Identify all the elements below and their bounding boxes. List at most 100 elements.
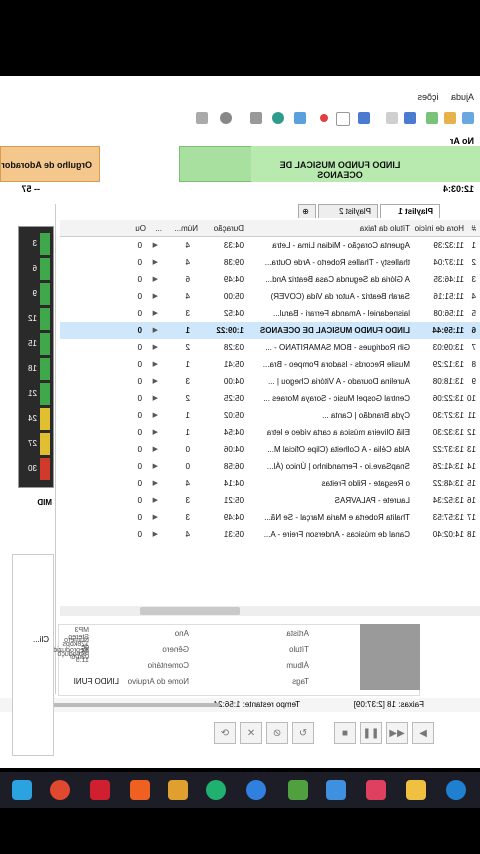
col-title[interactable]: Título da faixa <box>360 224 410 233</box>
row-duration: 05:02 <box>223 411 244 420</box>
col-number[interactable]: # <box>472 224 476 233</box>
folder-icon[interactable] <box>406 780 426 800</box>
album-art <box>360 624 420 690</box>
table-row[interactable]: 10 13:22:06 Central Gospel Music - Soraya … <box>60 390 480 407</box>
row-title: thallesty - Thalles Roberto - Arde Outra… <box>264 258 410 267</box>
rewind-icon[interactable]: ◀◀ <box>386 722 408 744</box>
table-row[interactable]: 8 13:12:29 Musile Records - Isadora Pompeo… <box>60 356 480 373</box>
row-ou: 0 <box>137 241 142 250</box>
table-row[interactable]: 1 11:32:39 Aguenta Coração - Midian Lima -… <box>60 237 480 254</box>
info-genre-label: Gênero <box>162 645 189 654</box>
chrome-2-icon[interactable] <box>246 780 266 800</box>
table-row[interactable]: 5 11:56:08 laisnedaniel - Amanda Ferrari -… <box>60 305 480 322</box>
table-row[interactable]: 3 11:46:35 A Glória da Segunda Casa Beatri… <box>60 271 480 288</box>
row-num: 4 <box>185 292 190 301</box>
tab-playlist-2[interactable]: Playlist 2 <box>318 204 378 218</box>
row-title: Laurete - PALAVRAS <box>334 496 410 505</box>
save-icon[interactable] <box>426 112 438 124</box>
table-row[interactable]: 4 11:51:16 Sarah Beatriz - Autor da Vida (… <box>60 288 480 305</box>
taskbar <box>0 772 480 808</box>
row-duration: 04:06 <box>223 445 244 454</box>
repeat-icon[interactable]: ↻ <box>292 722 314 744</box>
window-icon[interactable] <box>336 112 350 126</box>
row-ou: 0 <box>137 496 142 505</box>
seek-slider[interactable] <box>40 703 220 707</box>
table-row[interactable]: 9 13:18:08 Aurelina Dourado - A Vitória Ch… <box>60 373 480 390</box>
col-num[interactable]: Núm... <box>174 224 198 233</box>
edit-icon[interactable] <box>386 112 398 124</box>
row-number: 12 <box>467 428 476 437</box>
vu-segment <box>40 283 50 305</box>
row-start-time: 11:37:04 <box>433 258 464 267</box>
gear-icon[interactable] <box>220 112 232 124</box>
row-number: 8 <box>471 360 476 369</box>
row-ou: 0 <box>137 292 142 301</box>
disable-icon[interactable]: ⊘ <box>266 722 288 744</box>
table-row[interactable]: 12 13:32:30 Eliã Oliveira música a carta v… <box>60 424 480 441</box>
table-row[interactable]: 6 11:59:44 LINDO FUNDO MUSICAL DE OCEANOS 1… <box>60 322 480 339</box>
col-start-time[interactable]: Hora de início <box>415 224 464 233</box>
store-icon[interactable] <box>366 780 386 800</box>
vu-segment <box>40 333 50 355</box>
row-audio-icon: ◀ <box>152 310 158 317</box>
play-icon[interactable]: ▶ <box>412 722 434 744</box>
row-title: Canal de músicas - Anderson Freire - A..… <box>263 530 410 539</box>
row-duration: 06:58 <box>223 462 244 471</box>
row-ou: 0 <box>137 530 142 539</box>
scrollbar-thumb[interactable] <box>140 607 240 615</box>
open-icon[interactable] <box>462 112 474 124</box>
add-icon[interactable] <box>444 112 456 124</box>
browser-icon[interactable] <box>446 780 466 800</box>
row-audio-icon: ◀ <box>152 361 158 368</box>
table-row[interactable]: 18 14:02:40 Canal de músicas - Anderson Fr… <box>60 526 480 543</box>
menu-item-options[interactable]: ições <box>417 92 438 102</box>
row-start-time: 11:56:08 <box>433 309 464 318</box>
col-ou[interactable]: Ou <box>135 224 146 233</box>
wait-icon[interactable] <box>250 112 262 124</box>
brave-icon[interactable] <box>130 780 150 800</box>
row-ou: 0 <box>137 326 142 335</box>
table-row[interactable]: 14 13:41:26 SnapSave.io - Fernandinho | Ún… <box>60 458 480 475</box>
volume-icon[interactable] <box>196 112 208 124</box>
table-row[interactable]: 15 13:48:22 o Resgate - Rildo Freitas 04:14… <box>60 475 480 492</box>
list-icon[interactable] <box>404 112 416 124</box>
table-row[interactable]: 17 13:57:53 Thalita Roberta e Maria Marçal… <box>60 509 480 526</box>
col-duration[interactable]: Duração <box>214 224 244 233</box>
app-heart-icon[interactable] <box>90 780 110 800</box>
row-ou: 0 <box>137 360 142 369</box>
table-row[interactable]: 16 13:52:34 Laurete - PALAVRAS 05:21 3 0 ◀ <box>60 492 480 509</box>
vu-label: 21 <box>28 389 37 398</box>
row-ou: 0 <box>137 258 142 267</box>
edge-icon[interactable] <box>288 780 308 800</box>
loop-icon[interactable]: ⟳ <box>214 722 236 744</box>
row-audio-icon: ◀ <box>152 429 158 436</box>
pause-icon[interactable]: ❚❚ <box>360 722 382 744</box>
menu-item-help[interactable]: Ajuda <box>451 92 474 102</box>
table-row[interactable]: 7 13:09:03 Gih Rodrigues - BOM SAMARITANO … <box>60 339 480 356</box>
col-extra[interactable]: ... <box>155 224 162 233</box>
refresh-icon[interactable] <box>272 112 284 124</box>
add-tab-icon[interactable]: ⊕ <box>298 204 316 218</box>
row-number: 2 <box>471 258 476 267</box>
row-num: 3 <box>185 377 190 386</box>
record-icon[interactable] <box>320 114 328 122</box>
playlist-icon[interactable] <box>358 112 370 124</box>
table-row[interactable]: 13 13:37:22 Alda Célia - A Colheita (Clipe… <box>60 441 480 458</box>
shuffle-icon[interactable]: ✕ <box>240 722 262 744</box>
row-number: 15 <box>467 479 476 488</box>
row-audio-icon: ◀ <box>152 412 158 419</box>
image-icon[interactable] <box>294 112 306 124</box>
stop-icon[interactable]: ■ <box>334 722 356 744</box>
status-bar: Faixas: 18 [2:37:09] Tempo restante: 1:5… <box>0 698 480 712</box>
table-row[interactable]: 11 13:27:30 Cyda Brandão | Canta ... 05:02 1… <box>60 407 480 424</box>
mail-icon[interactable] <box>326 780 346 800</box>
horizontal-scrollbar[interactable] <box>60 606 480 616</box>
app-icon[interactable] <box>168 780 188 800</box>
row-num: 1 <box>185 326 190 335</box>
table-row[interactable]: 2 11:37:04 thallesty - Thalles Roberto - A… <box>60 254 480 271</box>
chrome-icon[interactable] <box>50 780 70 800</box>
whatsapp-icon[interactable] <box>206 780 226 800</box>
row-title: o Resgate - Rildo Freitas <box>321 479 410 488</box>
start-icon[interactable] <box>12 780 32 800</box>
tab-playlist-1[interactable]: Playlist 1 <box>380 204 440 218</box>
